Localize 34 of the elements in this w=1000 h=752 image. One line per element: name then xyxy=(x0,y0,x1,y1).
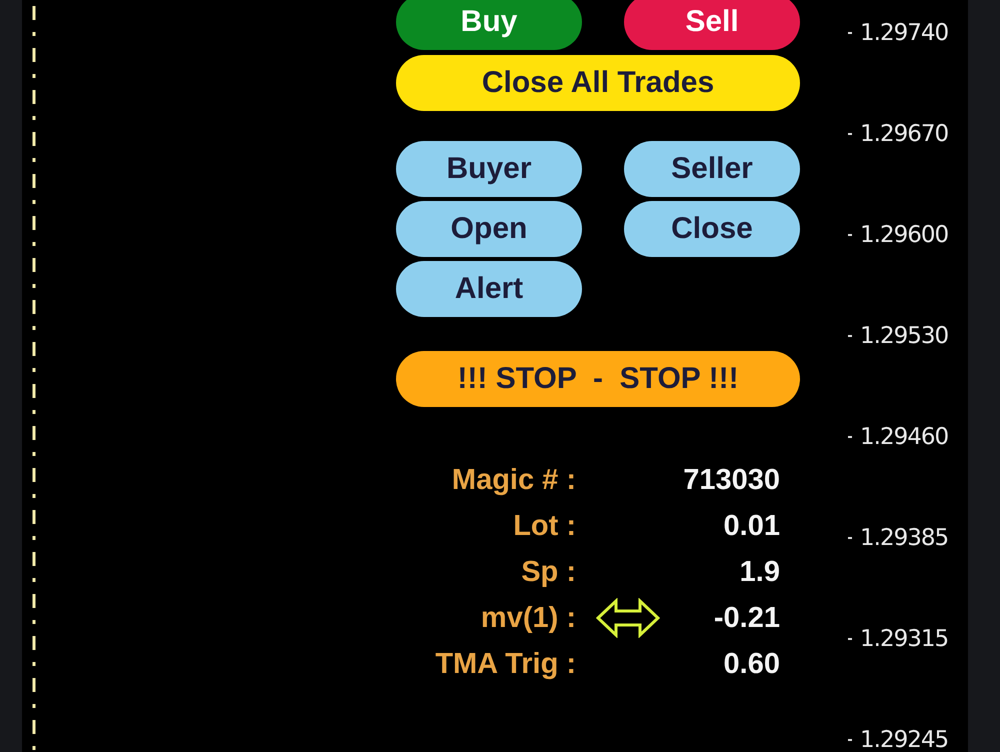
price-label: 1.29245 xyxy=(860,726,948,752)
axis-tick xyxy=(848,32,852,34)
axis-tick xyxy=(848,436,852,438)
price-label: 1.29460 xyxy=(860,424,948,450)
tool-button[interactable]: Buyer xyxy=(396,141,582,197)
info-value: 1.9 xyxy=(738,555,780,590)
info-label: mv(1) : xyxy=(480,601,576,636)
tool-button[interactable]: Close xyxy=(624,201,800,257)
info-value: -0.21 xyxy=(712,601,780,636)
tool-button[interactable]: Alert xyxy=(396,261,582,317)
price-label: 1.29315 xyxy=(860,626,948,652)
info-label: TMA Trig : xyxy=(434,647,576,682)
axis-tick xyxy=(848,132,852,134)
axis-tick xyxy=(848,638,852,640)
price-label: 1.29740 xyxy=(860,20,948,46)
stop-button[interactable]: !!! STOP - STOP !!! xyxy=(396,351,800,407)
tool-button[interactable]: Seller xyxy=(624,141,800,197)
info-value: 0.01 xyxy=(722,509,780,544)
price-label: 1.29600 xyxy=(860,222,948,248)
axis-tick xyxy=(848,234,852,236)
axis-tick xyxy=(848,334,852,336)
axis-tick xyxy=(848,738,852,740)
sell-button[interactable]: Sell xyxy=(624,0,800,50)
axis-tick xyxy=(848,536,852,538)
price-label: 1.29670 xyxy=(860,120,948,146)
price-label: 1.29530 xyxy=(860,322,948,348)
price-label: 1.29385 xyxy=(860,524,948,550)
info-label: Lot : xyxy=(512,509,576,544)
info-label: Magic # : xyxy=(450,463,576,498)
info-label: Sp : xyxy=(520,555,576,590)
info-value: 713030 xyxy=(682,463,780,498)
tool-button[interactable]: Open xyxy=(396,201,582,257)
info-value: 0.60 xyxy=(722,647,780,682)
buy-button[interactable]: Buy xyxy=(396,0,582,50)
